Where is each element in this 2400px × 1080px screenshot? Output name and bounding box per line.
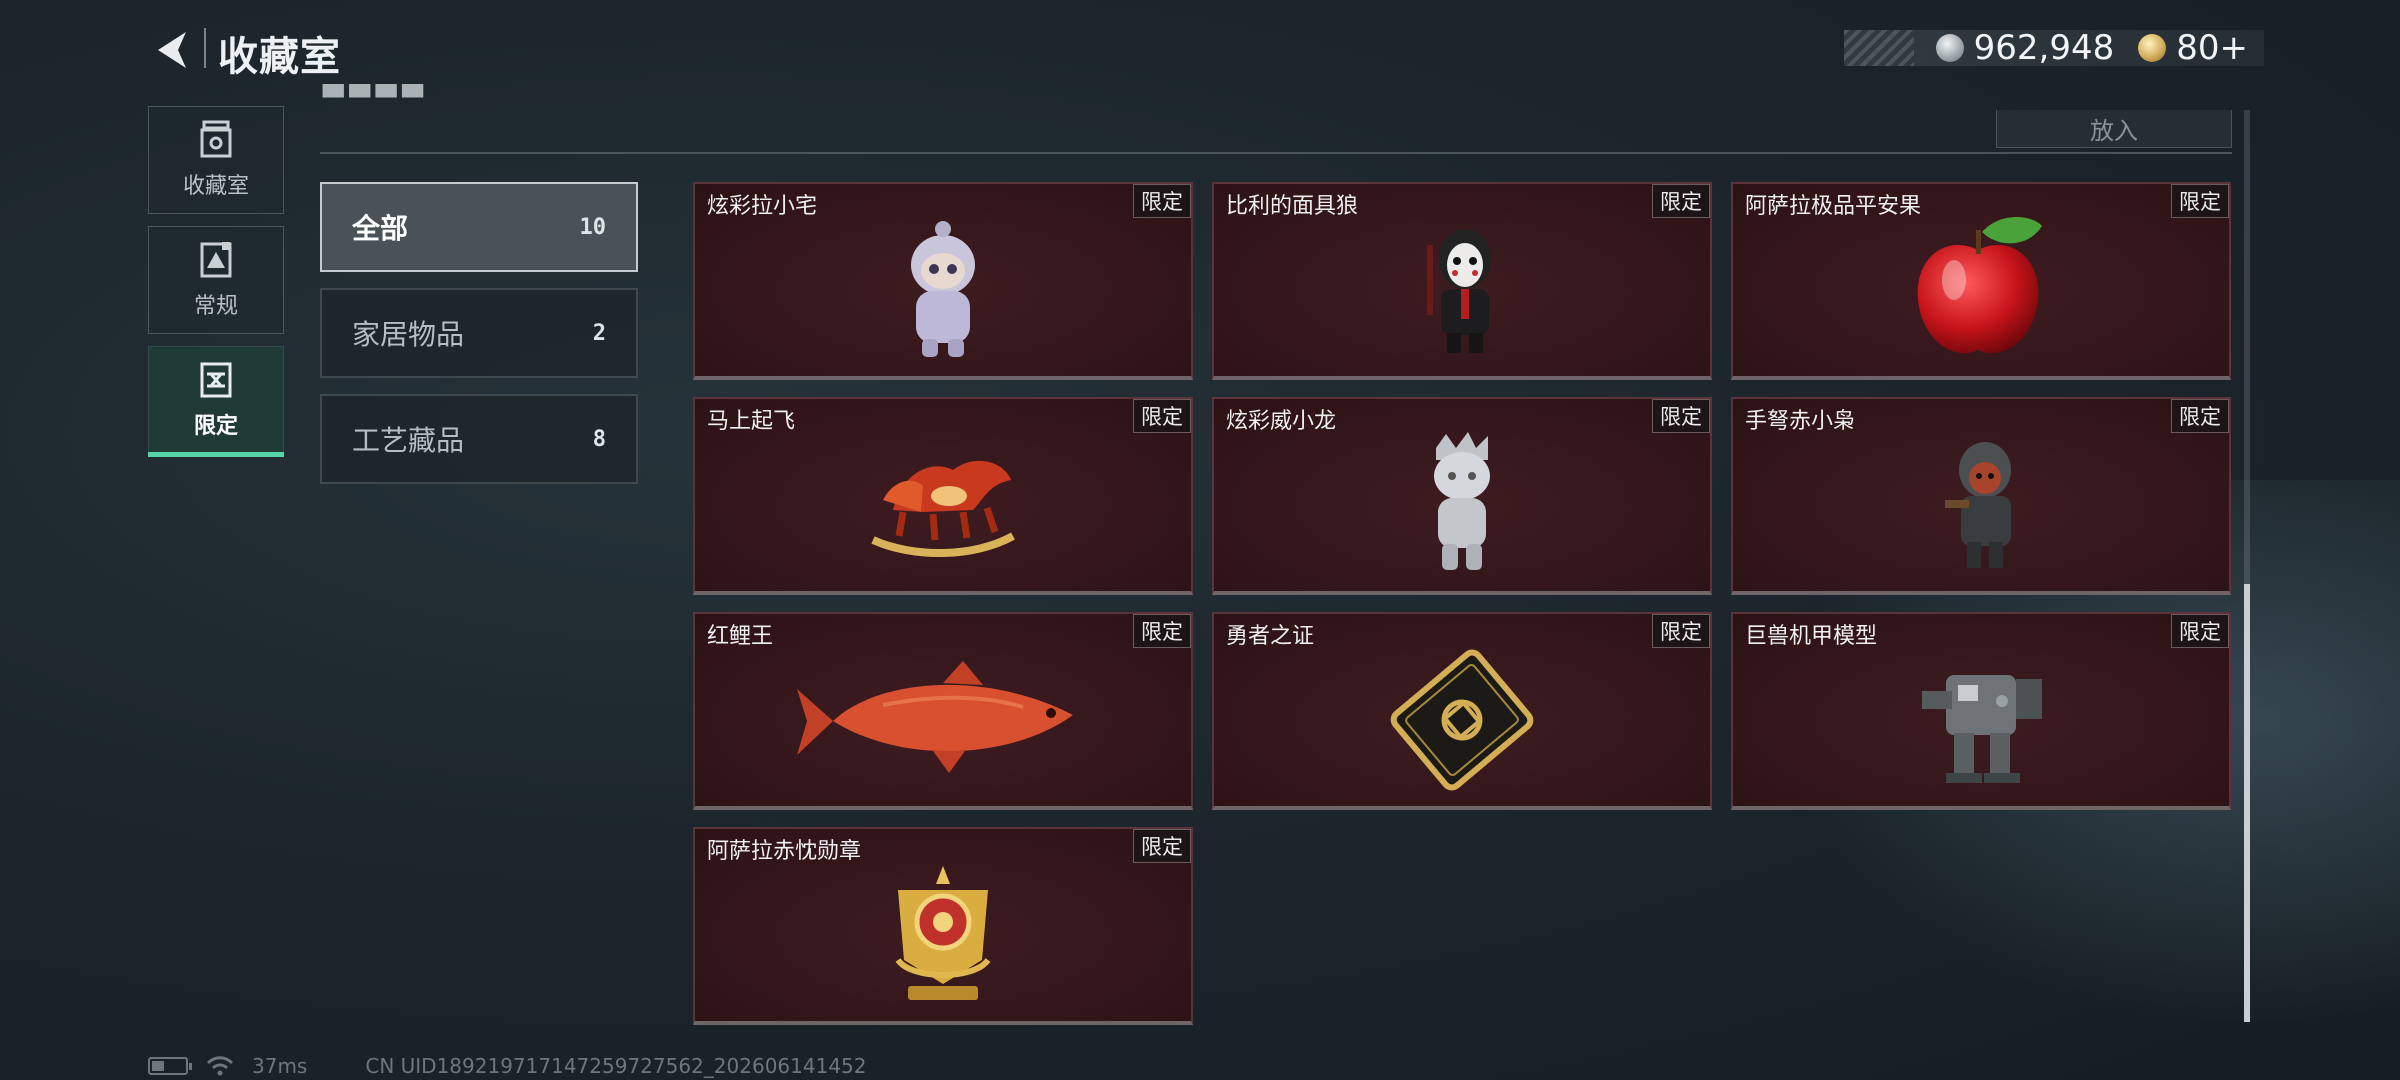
battery-icon — [148, 1057, 192, 1075]
item-name: 炫彩威小龙 — [1226, 409, 1337, 434]
item-art — [695, 634, 1191, 806]
uid-text: CN UID1892197171472597275​62_20260614145… — [365, 1054, 867, 1078]
header-divider — [320, 152, 2232, 154]
item-name: 阿萨拉赤忱勋章 — [707, 839, 862, 864]
currency-bar-stripes — [1844, 30, 1914, 66]
limited-badge: 限定 — [2171, 184, 2229, 218]
category-crafts[interactable]: 工艺藏品 8 — [320, 394, 638, 484]
regular-icon — [200, 242, 232, 278]
sidebar-tab-label: 常规 — [193, 294, 238, 319]
title-separator — [204, 28, 206, 68]
category-count: 2 — [592, 320, 606, 346]
red-apple-icon — [1917, 217, 2042, 354]
item-name: 比利的面具狼 — [1226, 194, 1359, 219]
limited-badge: 限定 — [1133, 829, 1191, 863]
limited-badge: 限定 — [1652, 184, 1710, 218]
limited-badge: 限定 — [2171, 399, 2229, 433]
category-home-items[interactable]: 家居物品 2 — [320, 288, 638, 378]
truncated-heading: ■■■■ — [320, 84, 426, 101]
item-art — [695, 849, 1191, 1021]
category-count: 8 — [592, 426, 606, 452]
item-art — [1214, 204, 1710, 376]
item-card[interactable]: 炫彩威小龙 限定 — [1212, 397, 1712, 595]
sidebar-tab-regular[interactable]: 常规 — [148, 226, 284, 334]
hooded-figure-icon — [1945, 442, 2011, 568]
limited-icon — [200, 362, 232, 398]
scrollbar-thumb[interactable] — [2244, 584, 2250, 1022]
collection-room-icon — [200, 120, 232, 158]
item-art — [695, 204, 1191, 376]
doll-figure-icon — [911, 221, 975, 357]
item-art — [1733, 204, 2229, 376]
item-card[interactable]: 阿萨拉极品平安果 限定 — [1731, 182, 2231, 380]
limited-badge: 限定 — [1652, 399, 1710, 433]
rocking-horse-icon — [871, 460, 1015, 558]
back-arrow-icon — [158, 32, 186, 68]
silver-figure-icon — [1434, 432, 1490, 570]
item-name: 红鲤王 — [707, 624, 774, 649]
item-card[interactable]: 比利的面具狼 限定 — [1212, 182, 1712, 380]
item-name: 阿萨拉极品平安果 — [1745, 194, 1922, 219]
red-carp-icon — [797, 661, 1073, 773]
currency-bar: 962,948 80+ — [1844, 28, 2264, 68]
limited-badge: 限定 — [1652, 614, 1710, 648]
item-name: 马上起飞 — [707, 409, 796, 434]
back-button[interactable] — [148, 24, 196, 76]
limited-badge: 限定 — [1133, 184, 1191, 218]
masked-puppet-icon — [1427, 229, 1491, 353]
item-art — [1733, 419, 2229, 591]
ping-value: 37ms — [252, 1054, 308, 1078]
limited-badge: 限定 — [1133, 614, 1191, 648]
category-label: 全部 — [352, 212, 409, 245]
put-in-button[interactable]: 放入 — [1996, 110, 2232, 148]
sidebar-tab-label: 收藏室 — [182, 174, 249, 199]
item-art — [695, 419, 1191, 591]
page-title: 收藏室 — [218, 34, 341, 80]
sidebar-tab-label: 限定 — [193, 414, 238, 439]
wifi-icon — [206, 1056, 234, 1076]
item-card[interactable]: 红鲤王 限定 — [693, 612, 1193, 810]
silver-currency-value: 962,948 — [1973, 28, 2115, 68]
item-art — [1733, 634, 2229, 806]
limited-badge: 限定 — [2171, 614, 2229, 648]
item-art — [1214, 419, 1710, 591]
category-count: 10 — [579, 214, 607, 240]
item-name: 巨兽机甲模型 — [1745, 624, 1878, 649]
item-name: 炫彩拉小宅 — [707, 194, 818, 219]
category-all[interactable]: 全部 10 — [320, 182, 638, 272]
category-label: 工艺藏品 — [352, 424, 465, 457]
item-card[interactable]: 阿萨拉赤忱勋章 限定 — [693, 827, 1193, 1025]
gold-currency-value: 80+ — [2176, 28, 2248, 68]
item-name: 勇者之证 — [1226, 624, 1315, 649]
sidebar-tab-limited[interactable]: 限定 — [148, 346, 284, 457]
item-card[interactable]: 马上起飞 限定 — [693, 397, 1193, 595]
item-card[interactable]: 巨兽机甲模型 限定 — [1731, 612, 2231, 810]
status-footer: 37ms CN UID1892197171472597275​62_202606… — [148, 1054, 867, 1078]
mech-model-icon — [1922, 675, 2042, 783]
item-card[interactable]: 炫彩拉小宅 限定 — [693, 182, 1193, 380]
limited-badge: 限定 — [1133, 399, 1191, 433]
item-art — [1214, 634, 1710, 806]
sidebar-tab-collection[interactable]: 收藏室 — [148, 106, 284, 214]
silver-coin-icon — [1935, 34, 1964, 62]
item-card[interactable]: 勇者之证 限定 — [1212, 612, 1712, 810]
gold-coin-icon — [2138, 34, 2167, 62]
category-label: 家居物品 — [352, 318, 465, 351]
gold-medal-icon — [895, 866, 991, 1000]
item-name: 手弩赤小枭 — [1745, 409, 1856, 434]
gold-card-icon — [1390, 649, 1534, 791]
item-card[interactable]: 手弩赤小枭 限定 — [1731, 397, 2231, 595]
